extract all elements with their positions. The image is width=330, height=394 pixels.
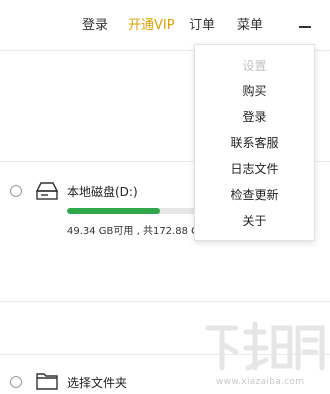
drive-usage-fill [67, 208, 160, 214]
minimize-icon[interactable] [299, 26, 311, 28]
menu-item-login[interactable]: 登录 [195, 108, 314, 125]
menu-item-contact-support[interactable]: 联系客服 [195, 134, 314, 151]
app-window: 登录 开通VIP 订单 菜单 本地磁盘(D:) 49.34 GB可用 , 共17… [0, 0, 330, 394]
orders-link[interactable]: 订单 [189, 18, 215, 34]
hard-drive-icon [35, 181, 59, 205]
row-divider [0, 301, 330, 302]
login-link[interactable]: 登录 [82, 18, 108, 34]
menu-item-buy[interactable]: 购买 [195, 82, 314, 99]
drive-usage-bar [67, 208, 197, 214]
vip-link[interactable]: 开通VIP [128, 18, 175, 34]
drive-radio[interactable] [10, 185, 22, 197]
drive-space-text: 49.34 GB可用 , 共172.88 GB [67, 226, 206, 237]
menu-item-log-files[interactable]: 日志文件 [195, 160, 314, 177]
folder-radio[interactable] [10, 376, 22, 388]
menu-button[interactable]: 菜单 [237, 18, 263, 34]
watermark-url: www.xiazaiba.com [216, 377, 305, 387]
menu-item-settings: 设置 [242, 59, 267, 73]
dropdown-menu: 设置 购买 登录 联系客服 日志文件 检查更新 关于 [194, 44, 315, 241]
select-folder-label[interactable]: 选择文件夹 [67, 374, 127, 391]
top-bar: 登录 开通VIP 订单 菜单 [0, 0, 330, 50]
drive-name: 本地磁盘(D:) [67, 185, 138, 199]
folder-icon [36, 372, 58, 394]
menu-item-about[interactable]: 关于 [195, 212, 314, 229]
menu-item-check-updates[interactable]: 检查更新 [195, 186, 314, 203]
